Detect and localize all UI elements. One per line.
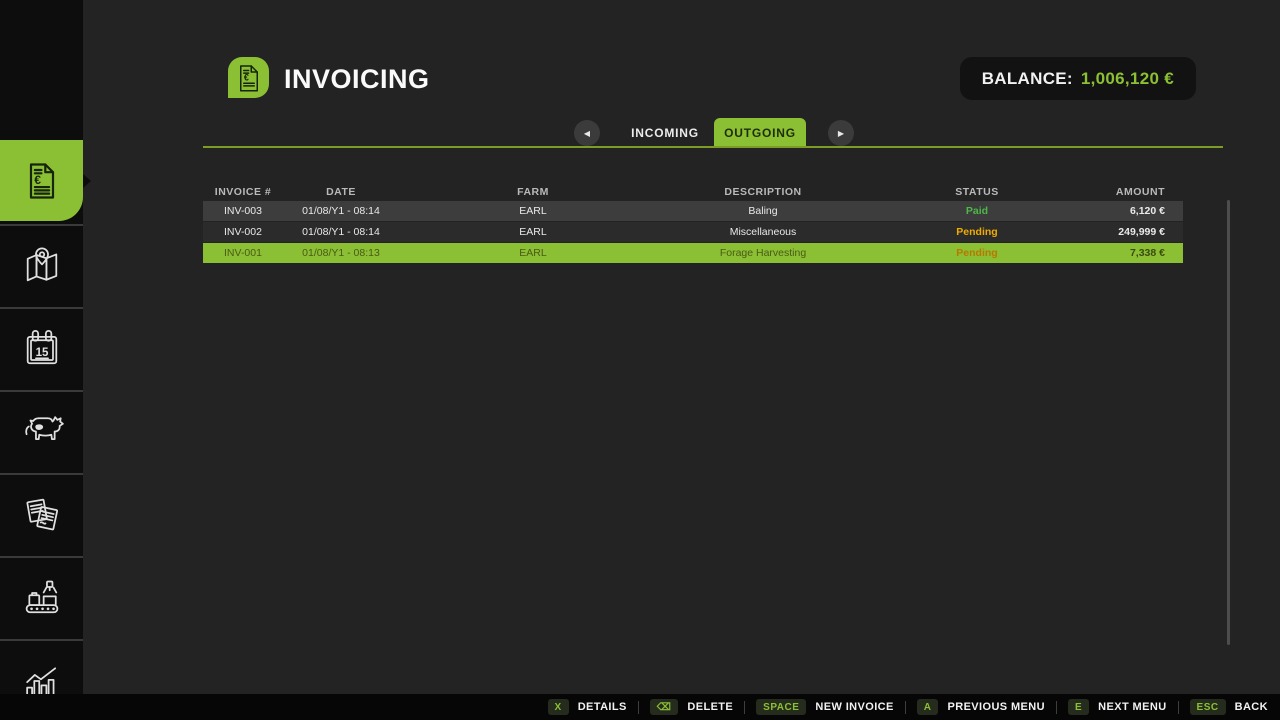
production-icon [20, 576, 64, 620]
shortcut-label: NEW INVOICE [815, 701, 893, 713]
sidebar: € 15 [0, 0, 83, 694]
svg-text:€: € [243, 72, 248, 82]
invoicing-screen: € 15 [0, 0, 1280, 720]
column-header-invoice: INVOICE # [203, 186, 283, 198]
previous-tab-button[interactable]: ◀ [574, 120, 600, 146]
cell-description: Forage Harvesting [667, 247, 859, 259]
shortcut-delete[interactable]: ⌫ DELETE [650, 699, 733, 715]
shortcut-new-invoice[interactable]: SPACE NEW INVOICE [756, 699, 894, 715]
divider [1178, 701, 1179, 714]
tab-underline [203, 146, 1223, 148]
status-badge: Paid [859, 205, 1095, 217]
calendar-day-number: 15 [35, 347, 48, 359]
chevron-left-icon: ◀ [584, 129, 590, 138]
cell-amount: 6,120 € [1095, 205, 1183, 217]
cell-invoice: INV-002 [203, 226, 283, 238]
keycap-x: X [548, 699, 569, 715]
cell-farm: EARL [399, 226, 667, 238]
balance-label: BALANCE: [982, 69, 1073, 89]
cell-amount: 249,999 € [1095, 226, 1183, 238]
cell-invoice: INV-001 [203, 247, 283, 259]
sidebar-item-animals[interactable] [0, 390, 83, 471]
shortcut-label: PREVIOUS MENU [947, 701, 1045, 713]
shortcut-label: DELETE [687, 701, 733, 713]
invoice-icon: € [20, 159, 64, 203]
sidebar-item-calendar[interactable]: 15 [0, 307, 83, 388]
table-row-inv-002[interactable]: INV-002 01/08/Y1 - 08:14 EARL Miscellane… [203, 222, 1183, 242]
divider [638, 701, 639, 714]
chevron-right-icon: ▶ [838, 129, 844, 138]
status-badge: Pending [859, 226, 1095, 238]
column-header-amount: AMOUNT [1095, 186, 1183, 198]
cell-farm: EARL [399, 205, 667, 217]
main-content: € INVOICING BALANCE: 1,006,120 € ◀ INCOM… [83, 0, 1280, 694]
column-header-date: DATE [283, 186, 399, 198]
cell-description: Baling [667, 205, 859, 217]
keycap-a: A [917, 699, 939, 715]
shortcut-label: NEXT MENU [1098, 701, 1166, 713]
cell-farm: EARL [399, 247, 667, 259]
table-row-inv-003[interactable]: INV-003 01/08/Y1 - 08:14 EARL Baling Pai… [203, 201, 1183, 221]
shortcut-bar: X DETAILS ⌫ DELETE SPACE NEW INVOICE A P… [0, 694, 1280, 720]
cell-date: 01/08/Y1 - 08:14 [283, 226, 399, 238]
column-header-farm: FARM [399, 186, 667, 198]
divider [744, 701, 745, 714]
table-row-inv-001-selected[interactable]: INV-001 01/08/Y1 - 08:13 EARL Forage Har… [203, 243, 1183, 263]
cell-invoice: INV-003 [203, 205, 283, 217]
column-header-status: STATUS [859, 186, 1095, 198]
cell-description: Miscellaneous [667, 226, 859, 238]
cell-date: 01/08/Y1 - 08:14 [283, 205, 399, 217]
keycap-esc: ESC [1190, 699, 1226, 715]
sidebar-item-invoicing[interactable]: € [0, 140, 83, 221]
table-header-row: INVOICE # DATE FARM DESCRIPTION STATUS A… [203, 183, 1183, 201]
keycap-space: SPACE [756, 699, 806, 715]
shortcut-details[interactable]: X DETAILS [548, 699, 627, 715]
invoice-table: INVOICE # DATE FARM DESCRIPTION STATUS A… [203, 183, 1183, 263]
shortcut-back[interactable]: ESC BACK [1190, 699, 1268, 715]
cell-amount: 7,338 € [1095, 247, 1183, 259]
divider [1056, 701, 1057, 714]
table-scrollbar[interactable] [1227, 200, 1230, 645]
sidebar-item-production[interactable] [0, 556, 83, 637]
next-tab-button[interactable]: ▶ [828, 120, 854, 146]
shortcut-label: BACK [1235, 701, 1268, 713]
sidebar-item-map[interactable] [0, 224, 83, 305]
contracts-icon [20, 493, 64, 537]
shortcut-label: DETAILS [578, 701, 627, 713]
invoice-document-icon: € [234, 63, 264, 93]
tab-incoming[interactable]: INCOMING [605, 118, 725, 148]
invoicing-page-icon: € [228, 57, 269, 98]
map-icon [20, 244, 64, 288]
balance-value: 1,006,120 € [1081, 69, 1174, 89]
balance-display: BALANCE: 1,006,120 € [960, 57, 1196, 100]
sidebar-item-contracts[interactable] [0, 473, 83, 554]
svg-text:€: € [34, 172, 41, 186]
cell-date: 01/08/Y1 - 08:13 [283, 247, 399, 259]
keycap-e: E [1068, 699, 1089, 715]
animal-icon [20, 410, 64, 454]
column-header-description: DESCRIPTION [667, 186, 859, 198]
divider [905, 701, 906, 714]
keycap-backspace-icon: ⌫ [650, 699, 679, 715]
tab-outgoing[interactable]: OUTGOING [714, 118, 806, 148]
page-title: INVOICING [284, 60, 430, 98]
shortcut-previous-menu[interactable]: A PREVIOUS MENU [917, 699, 1045, 715]
calendar-icon: 15 [20, 327, 64, 371]
shortcut-next-menu[interactable]: E NEXT MENU [1068, 699, 1167, 715]
status-badge: Pending [859, 247, 1095, 259]
